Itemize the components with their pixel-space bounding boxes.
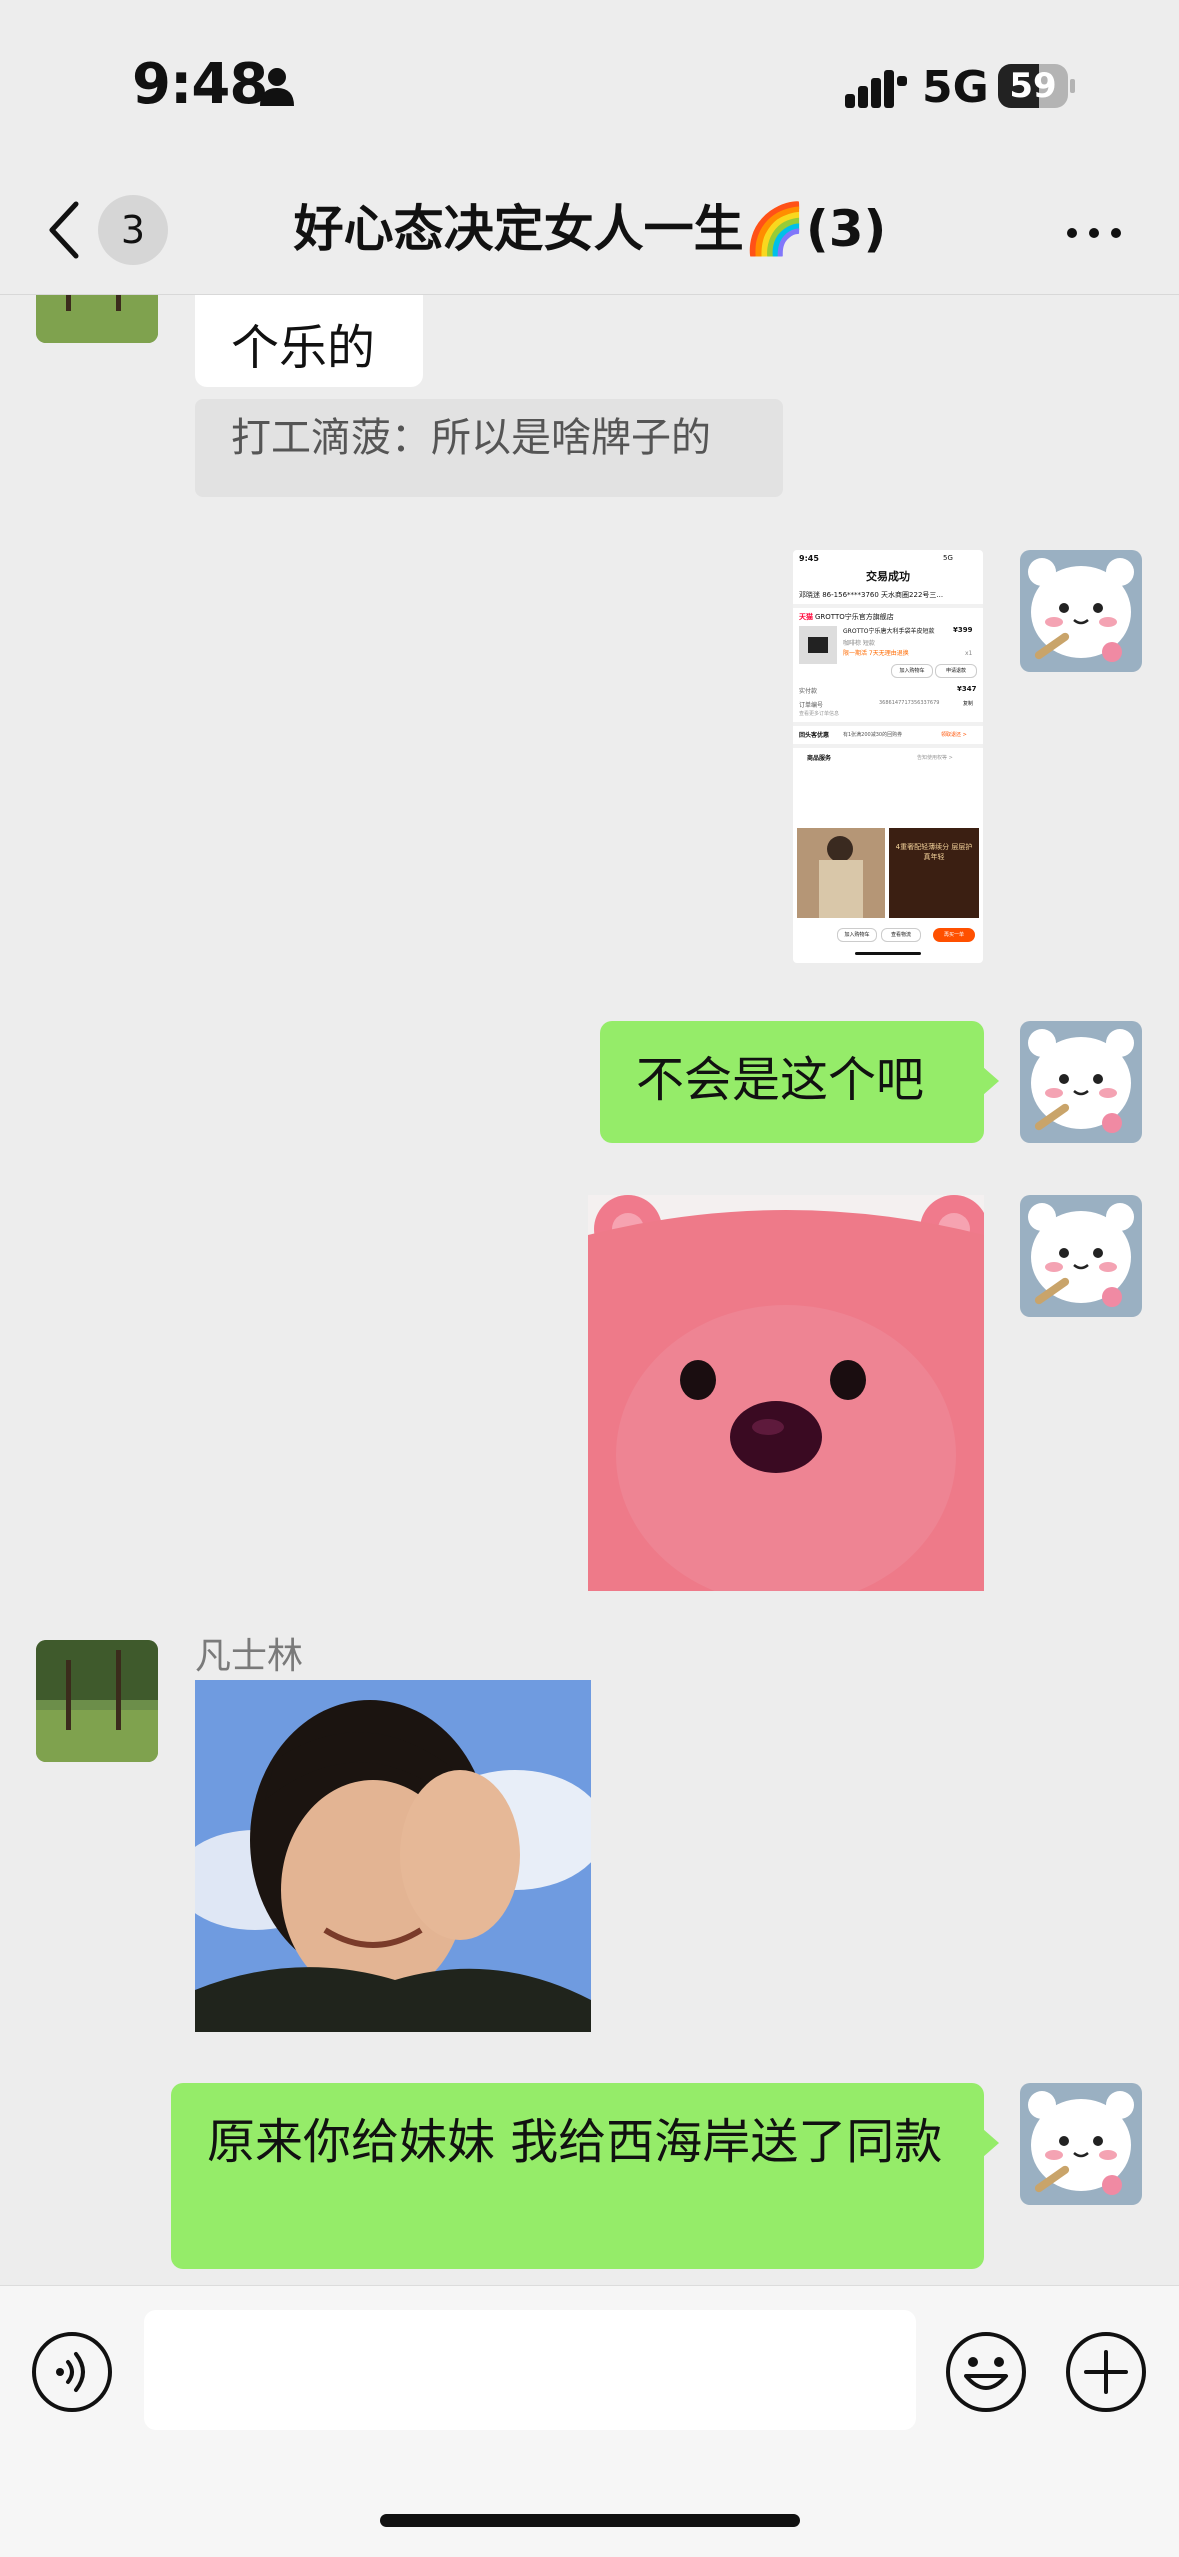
sender-name: 凡士林 [195, 1636, 304, 1677]
shot-address: 邓晓迷 86-156****3760 天水商圈222号三... [799, 591, 944, 599]
shot-promo: 限一期活 7天无理由退换 [843, 650, 909, 657]
avatar-forest[interactable] [36, 1640, 158, 1762]
shot-more-info: 查看更多订单信息 [799, 711, 840, 717]
message-bubble-sent[interactable]: 不会是这个吧 [600, 1021, 984, 1143]
order-screenshot-image[interactable]: 9:45 5G 交易成功 邓晓迷 86-156****3760 天水商圈222号… [793, 550, 983, 963]
chat-title: 好心态决定女人一生🌈(3) [293, 200, 887, 258]
shot-qty: x1 [965, 650, 973, 657]
shot-time: 9:45 [799, 554, 819, 563]
network-label: 5G [922, 62, 989, 113]
bubble-tail [983, 2129, 999, 2157]
shot-btn-a: 加入购物车 [837, 928, 877, 942]
input-bar [0, 2285, 1179, 2557]
unread-count-badge[interactable]: 3 [98, 195, 168, 265]
shot-coupon-link: 领取退还 > [941, 732, 967, 738]
shot-price: ¥399 [953, 626, 973, 634]
shot-service-label: 商品服务 [807, 755, 832, 762]
shot-copy: 复制 [963, 701, 974, 707]
shot-btn-refund: 申请退款 [935, 664, 977, 678]
message-input[interactable] [144, 2310, 916, 2430]
shot-paid-label: 实付款 [799, 688, 818, 695]
message-text: 不会是这个吧 [636, 1052, 925, 1108]
person-icon [260, 68, 294, 106]
back-icon[interactable] [40, 198, 90, 262]
avatar-self[interactable] [1020, 550, 1142, 672]
shot-btn-cart: 加入购物车 [891, 664, 933, 678]
battery-icon: 59 [998, 64, 1075, 108]
shot-ad-text: 4重奢配轻薄续分 层层护 真年轻 [895, 843, 973, 861]
shot-coupon-text: 有1张满200减30的回购券 [843, 732, 903, 738]
message-bubble-sent[interactable]: 原来你给妹妹 我给西海岸送了同款 [171, 2083, 984, 2269]
shot-header: 交易成功 [866, 570, 910, 583]
message-bubble-received[interactable]: 个乐的 [195, 295, 423, 387]
battery-level: 59 [1009, 66, 1057, 106]
shot-btn-b: 查看物流 [881, 928, 921, 942]
avatar-forest[interactable] [36, 295, 158, 343]
emoji-icon[interactable] [944, 2330, 1028, 2414]
message-text: 个乐的 [231, 320, 376, 376]
shot-spec: 咖啡棕 短款 [843, 640, 875, 647]
chat-header: 3 好心态决定女人一生🌈(3) [0, 170, 1179, 295]
shot-product: GROTTO宁乐唐大利手袋羊皮短款 [843, 628, 935, 635]
avatar-self[interactable] [1020, 2083, 1142, 2205]
status-time: 9:48 [132, 52, 268, 117]
shot-net: 5G [943, 554, 953, 562]
plus-icon[interactable] [1064, 2330, 1148, 2414]
shot-order-label: 订单编号 [799, 702, 824, 709]
status-bar: 9:48 5G 59 [0, 0, 1179, 170]
message-list[interactable]: 个乐的 打工滴菠：所以是啥牌子的 9:45 5G 交易成功 邓晓迷 86-156… [0, 295, 1179, 2285]
shot-store-tag: 天猫 [799, 613, 813, 621]
quoted-message[interactable]: 打工滴菠：所以是啥牌子的 [195, 399, 783, 497]
shot-coupon-label: 回头客优惠 [799, 732, 830, 739]
pink-bear-sticker[interactable] [588, 1195, 984, 1591]
avatar-self[interactable] [1020, 1021, 1142, 1143]
avatar-self[interactable] [1020, 1195, 1142, 1317]
message-text: 原来你给妹妹 我给西海岸送了同款 [207, 2114, 943, 2170]
signal-icon [845, 70, 907, 108]
shot-paid: ¥347 [957, 685, 977, 693]
voice-icon[interactable] [30, 2330, 114, 2414]
bubble-tail [983, 1067, 999, 1095]
facepalm-photo[interactable] [195, 1680, 591, 2032]
home-indicator[interactable] [380, 2514, 800, 2527]
quoted-text: 打工滴菠：所以是啥牌子的 [231, 415, 711, 461]
more-icon[interactable] [1064, 218, 1124, 248]
shot-order-no: 3686147717356337679 [879, 700, 940, 706]
shot-service-link: 告知使用权等 > [917, 755, 953, 761]
shot-store: GROTTO宁乐官方旗舰店 [815, 613, 894, 621]
shot-btn-c: 再买一单 [933, 928, 975, 942]
